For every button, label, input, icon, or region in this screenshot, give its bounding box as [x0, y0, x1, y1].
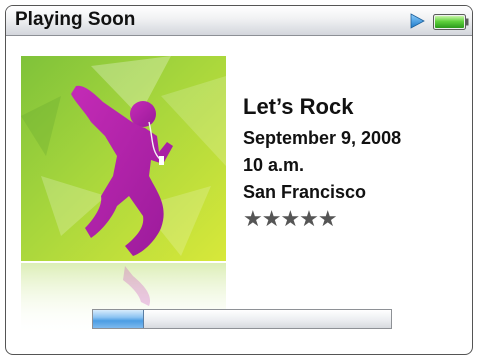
event-title: Let’s Rock [243, 94, 354, 119]
event-location: San Francisco [243, 182, 367, 202]
battery-icon [433, 14, 469, 30]
title-bar: Playing Soon [6, 6, 472, 36]
progress-bar[interactable] [92, 309, 392, 329]
star-rating[interactable]: ★★★★★ [243, 206, 338, 232]
now-playing-screen: Playing Soon Let’s Rock September 9, 200… [5, 5, 473, 355]
event-date: September 9, 2008 [243, 128, 402, 148]
event-time: 10 a.m. [243, 155, 305, 175]
album-artwork [21, 56, 226, 336]
progress-fill [93, 310, 144, 328]
play-icon [410, 13, 425, 29]
page-title: Playing Soon [15, 9, 136, 30]
